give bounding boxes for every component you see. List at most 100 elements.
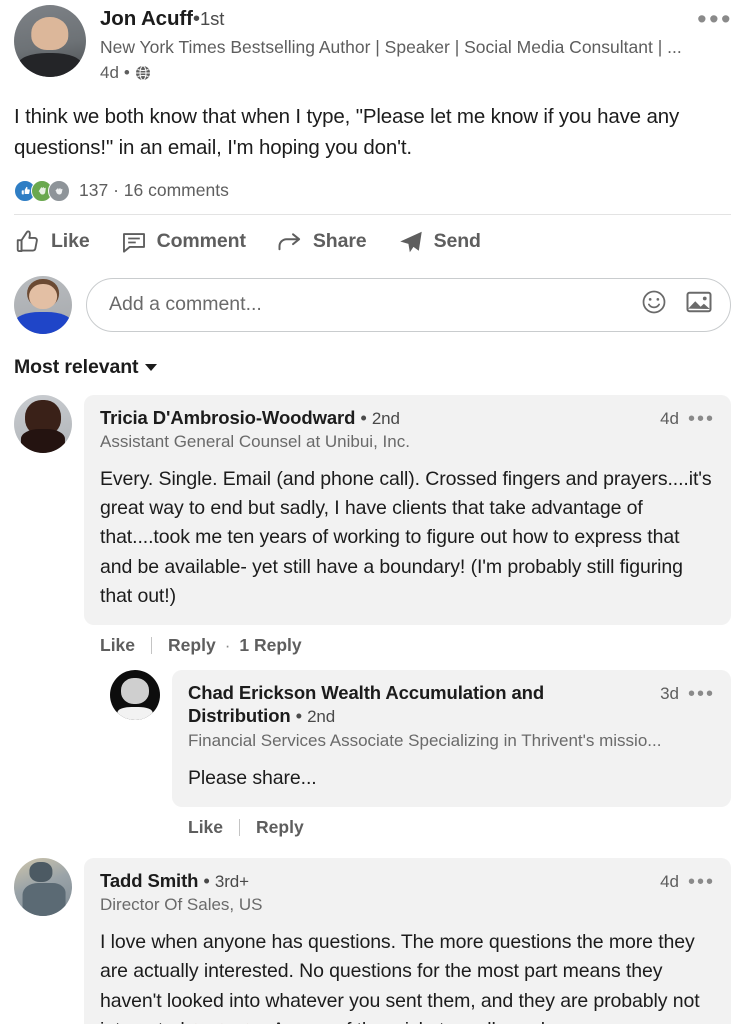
share-button-label: Share <box>312 230 367 253</box>
comment-timestamp: 4d <box>660 408 679 428</box>
reply-author-degree: 2nd <box>307 707 336 727</box>
comment-body-text: Every. Single. Email (and phone call). C… <box>100 467 712 607</box>
comment-meta: 4d ••• <box>648 872 715 892</box>
reply-author-avatar[interactable] <box>110 670 160 721</box>
post-body-text: I think we both know that when I type, "… <box>14 105 680 160</box>
post-more-options-icon[interactable]: ••• <box>697 6 733 33</box>
comment-reply-button[interactable]: Reply <box>168 635 216 656</box>
comment-author-avatar[interactable] <box>14 857 72 916</box>
comment-button[interactable]: Comment <box>120 228 246 256</box>
comment-meta: 4d ••• <box>648 409 715 429</box>
comment-count: 16 comments <box>123 180 229 201</box>
comment-sort-label: Most relevant <box>14 355 139 378</box>
post-social-counts: 137 · 16 comments <box>14 179 731 214</box>
comment-author-name-text: Tricia D'Ambrosio-Woodward <box>100 406 356 428</box>
post-meta: 4d • <box>100 63 731 83</box>
comment-button-label: Comment <box>156 230 246 253</box>
reply-header: Chad Erickson Wealth Accumulation and Di… <box>188 681 715 727</box>
comment-composer <box>14 275 731 334</box>
reply-name-separator: • <box>295 705 303 727</box>
comment-author-name-text: Tadd Smith <box>100 869 199 891</box>
post-author-headline: New York Times Bestselling Author | Spea… <box>100 36 682 57</box>
thumbs-up-icon <box>14 228 42 256</box>
reply-reply-button[interactable]: Reply <box>256 817 304 838</box>
share-arrow-icon <box>276 228 304 256</box>
comment-author-degree: 2nd <box>371 408 400 428</box>
comment-name-separator: • <box>360 406 367 428</box>
reply-meta: 3d ••• <box>648 684 715 704</box>
comment-content: Tricia D'Ambrosio-Woodward • 2nd 4d ••• … <box>84 394 731 838</box>
linkedin-post: Jon Acuff•1st New York Times Bestselling… <box>0 0 745 1024</box>
chevron-down-icon <box>145 363 158 371</box>
comment-body-part1: I love when anyone has questions. The mo… <box>100 931 700 1024</box>
post-action-bar: Like Comment Share Send <box>14 215 731 270</box>
reaction-count: 137 <box>79 180 109 201</box>
current-user-avatar[interactable] <box>14 275 72 334</box>
support-reaction-icon <box>48 179 70 202</box>
post-counts[interactable]: 137 · 16 comments <box>79 180 229 201</box>
composer-icon-group <box>640 287 714 322</box>
reply-content: Chad Erickson Wealth Accumulation and Di… <box>172 670 731 838</box>
post-header: Jon Acuff•1st New York Times Bestselling… <box>14 0 731 83</box>
reply-timestamp: 3d <box>660 684 679 704</box>
post-timestamp: 4d <box>100 63 119 83</box>
speech-bubble-icon <box>120 228 148 256</box>
like-button-label: Like <box>51 230 90 253</box>
comment-bubble: Tadd Smith • 3rd+ 4d ••• Director Of Sal… <box>84 857 731 1024</box>
reaction-icons[interactable] <box>14 179 70 202</box>
comment-reply-count[interactable]: 1 Reply <box>239 635 301 656</box>
globe-icon <box>135 65 151 81</box>
comment-more-options-icon[interactable]: ••• <box>688 409 715 429</box>
comment-author-block: Tadd Smith • 3rd+ <box>100 869 249 892</box>
comment-action-bar: Like Reply · 1 Reply <box>84 625 731 656</box>
share-button[interactable]: Share <box>276 228 367 256</box>
name-separator: • <box>192 7 200 30</box>
post-author-avatar[interactable] <box>14 5 86 77</box>
comment-sort-dropdown[interactable]: Most relevant <box>14 356 731 379</box>
smiley-face-icon[interactable] <box>640 288 668 321</box>
reply-author-headline: Financial Services Associate Specializin… <box>188 730 662 750</box>
comment-body-text: I love when anyone has questions. The mo… <box>100 928 715 1024</box>
counts-separator: · <box>113 180 119 201</box>
comment-header: Tricia D'Ambrosio-Woodward • 2nd 4d ••• <box>100 406 715 429</box>
reply-author-name-text: Chad Erickson Wealth Accumulation and Di… <box>188 682 545 727</box>
nested-reply-item: Chad Erickson Wealth Accumulation and Di… <box>110 670 731 838</box>
paper-plane-icon <box>397 228 425 256</box>
comment-author-headline: Assistant General Counsel at Unibui, Inc… <box>100 431 410 451</box>
meta-separator: • <box>123 63 130 83</box>
photo-icon[interactable] <box>684 287 714 322</box>
reply-more-options-icon[interactable]: ••• <box>688 684 715 704</box>
send-button-label: Send <box>433 230 481 253</box>
comment-like-button[interactable]: Like <box>100 635 135 656</box>
reply-action-bar: Like Reply <box>172 807 731 838</box>
post-author-degree: 1st <box>199 8 225 29</box>
comment-item: Tricia D'Ambrosio-Woodward • 2nd 4d ••• … <box>14 394 731 838</box>
reply-bubble: Chad Erickson Wealth Accumulation and Di… <box>172 670 731 807</box>
post-author-info: Jon Acuff•1st New York Times Bestselling… <box>100 5 731 83</box>
comment-input[interactable] <box>109 293 640 317</box>
comment-author-block: Tricia D'Ambrosio-Woodward • 2nd <box>100 406 400 429</box>
comment-body-part2: A case of the crickets really sucks. <box>268 1019 565 1024</box>
comment-author-name[interactable]: Tadd Smith • 3rd+ <box>100 869 249 892</box>
reply-body-text: Please share... <box>188 766 317 789</box>
reply-like-button[interactable]: Like <box>188 817 223 838</box>
like-button[interactable]: Like <box>14 228 90 256</box>
comment-bubble: Tricia D'Ambrosio-Woodward • 2nd 4d ••• … <box>84 394 731 626</box>
comment-more-options-icon[interactable]: ••• <box>688 872 715 892</box>
comment-header: Tadd Smith • 3rd+ 4d ••• <box>100 869 715 892</box>
comment-author-name[interactable]: Tricia D'Ambrosio-Woodward • 2nd <box>100 406 400 429</box>
comment-input-container[interactable] <box>86 277 731 332</box>
comment-content: Tadd Smith • 3rd+ 4d ••• Director Of Sal… <box>84 857 731 1024</box>
comment-timestamp: 4d <box>660 871 679 891</box>
reply-author-block: Chad Erickson Wealth Accumulation and Di… <box>188 681 648 727</box>
post-author-name[interactable]: Jon Acuff•1st <box>100 7 731 32</box>
comment-action-dot: · <box>224 635 231 655</box>
comment-action-divider <box>151 637 153 655</box>
send-button[interactable]: Send <box>397 228 481 256</box>
reply-author-name[interactable]: Chad Erickson Wealth Accumulation and Di… <box>188 681 648 727</box>
comment-author-degree: 3rd+ <box>214 871 249 891</box>
comment-author-avatar[interactable] <box>14 394 72 453</box>
comment-name-separator: • <box>203 869 210 891</box>
comment-author-headline: Director Of Sales, US <box>100 895 263 915</box>
reply-action-divider <box>239 818 241 836</box>
